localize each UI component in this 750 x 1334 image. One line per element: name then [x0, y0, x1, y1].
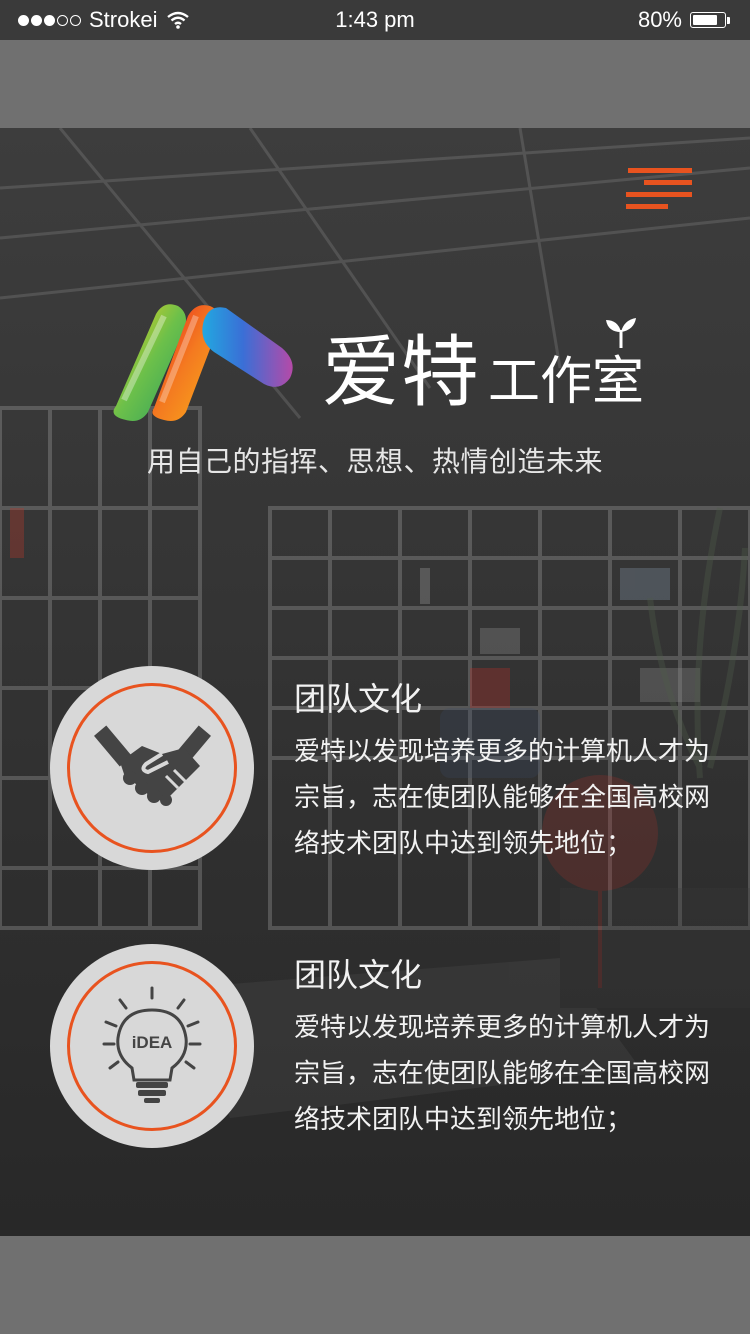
top-grey-band: [0, 40, 750, 128]
idea-icon-button[interactable]: iDEA: [50, 944, 254, 1148]
battery-percent: 80%: [637, 7, 682, 32]
battery-fill: [693, 15, 717, 25]
menu-line: [626, 192, 692, 197]
hero-banner: 爱特 工作室 用自己的指挥、思想、热情创造未来 团队文化 爱特以发现培养更多的计…: [0, 128, 750, 1236]
menu-line: [628, 168, 692, 173]
handshake-icon: [94, 725, 211, 806]
menu-line: [626, 204, 668, 209]
status-right: 80%: [638, 7, 732, 33]
status-bar: Strokei 1:43 pm 80%: [0, 0, 750, 40]
tagline: 用自己的指挥、思想、热情创造未来: [146, 445, 603, 478]
brand-logo-icon: [113, 304, 293, 421]
bottom-grey-band: [0, 1236, 750, 1334]
feature-title: 团队文化: [294, 956, 423, 994]
menu-line: [644, 180, 692, 185]
idea-bulb-icon: iDEA: [102, 986, 202, 1103]
team-culture-icon-button[interactable]: [50, 666, 254, 870]
feature-title: 团队文化: [294, 680, 423, 718]
menu-button[interactable]: [622, 164, 698, 216]
feature-description: 爱特以发现培养更多的计算机人才为宗旨，志在使团队能够在全国高校网络技术团队中达到…: [294, 1013, 711, 1135]
battery-icon: [690, 11, 732, 29]
brand-secondary: 工作室: [488, 352, 645, 412]
sprout-icon: [606, 318, 636, 348]
brand-name: 爱特 工作室: [322, 310, 644, 422]
idea-icon-text: iDEA: [132, 1033, 173, 1052]
brand-primary: 爱特: [322, 328, 481, 418]
feature-description: 爱特以发现培养更多的计算机人才为宗旨，志在使团队能够在全国高校网络技术团队中达到…: [294, 737, 711, 859]
